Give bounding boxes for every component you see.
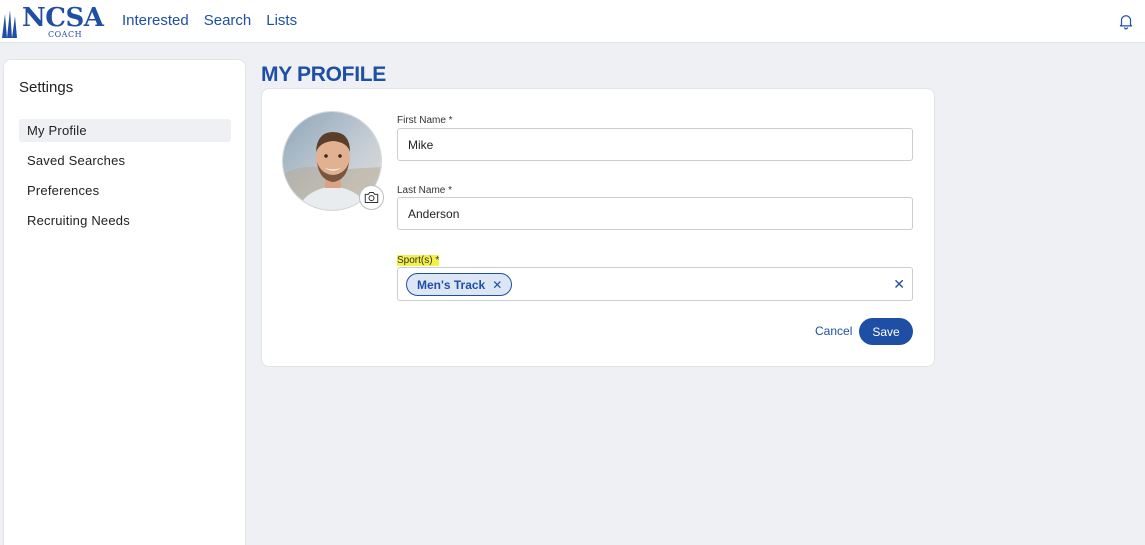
sidebar-item-recruiting-needs[interactable]: Recruiting Needs: [19, 209, 231, 232]
main-nav: Interested Search Lists: [122, 12, 297, 29]
sidebar-title: Settings: [19, 79, 74, 96]
nav-search[interactable]: Search: [204, 12, 252, 29]
sports-label-text: Sport(s) *: [397, 255, 440, 266]
logo-subtitle: COACH: [48, 30, 83, 39]
sport-chip[interactable]: Men's Track ✕: [406, 273, 513, 296]
first-name-label: First Name *: [397, 115, 453, 126]
save-button[interactable]: Save: [859, 318, 913, 345]
nav-lists[interactable]: Lists: [266, 12, 297, 29]
camera-icon: [364, 192, 379, 203]
cancel-button[interactable]: Cancel: [815, 324, 852, 338]
clear-selection-icon[interactable]: ✕: [893, 276, 905, 293]
settings-sidebar: Settings My Profile Saved Searches Prefe…: [3, 59, 246, 545]
nav-interested[interactable]: Interested: [122, 12, 189, 29]
sidebar-item-preferences[interactable]: Preferences: [19, 179, 231, 202]
sidebar-menu: My Profile Saved Searches Preferences Re…: [19, 119, 231, 239]
change-photo-button[interactable]: [359, 185, 384, 210]
sports-select[interactable]: Men's Track ✕ ✕: [397, 267, 913, 301]
sports-label: Sport(s) *: [397, 255, 440, 266]
bell-icon[interactable]: [1117, 12, 1135, 30]
logo-mark-icon: [2, 10, 17, 38]
last-name-input[interactable]: [397, 197, 913, 230]
top-navigation-bar: NCSA COACH Interested Search Lists: [0, 0, 1145, 43]
close-icon[interactable]: ✕: [492, 278, 502, 292]
profile-form-card: First Name * Last Name * Sport(s) * Men'…: [261, 88, 935, 367]
sidebar-item-my-profile[interactable]: My Profile: [19, 119, 231, 142]
last-name-label: Last Name *: [397, 185, 453, 196]
first-name-input[interactable]: [397, 128, 913, 161]
sport-chip-label: Men's Track: [417, 277, 486, 292]
page-title: MY PROFILE: [261, 63, 386, 86]
ncsa-coach-logo[interactable]: NCSA COACH: [0, 4, 110, 40]
sidebar-item-saved-searches[interactable]: Saved Searches: [19, 149, 231, 172]
logo-wordmark: NCSA: [22, 3, 104, 33]
